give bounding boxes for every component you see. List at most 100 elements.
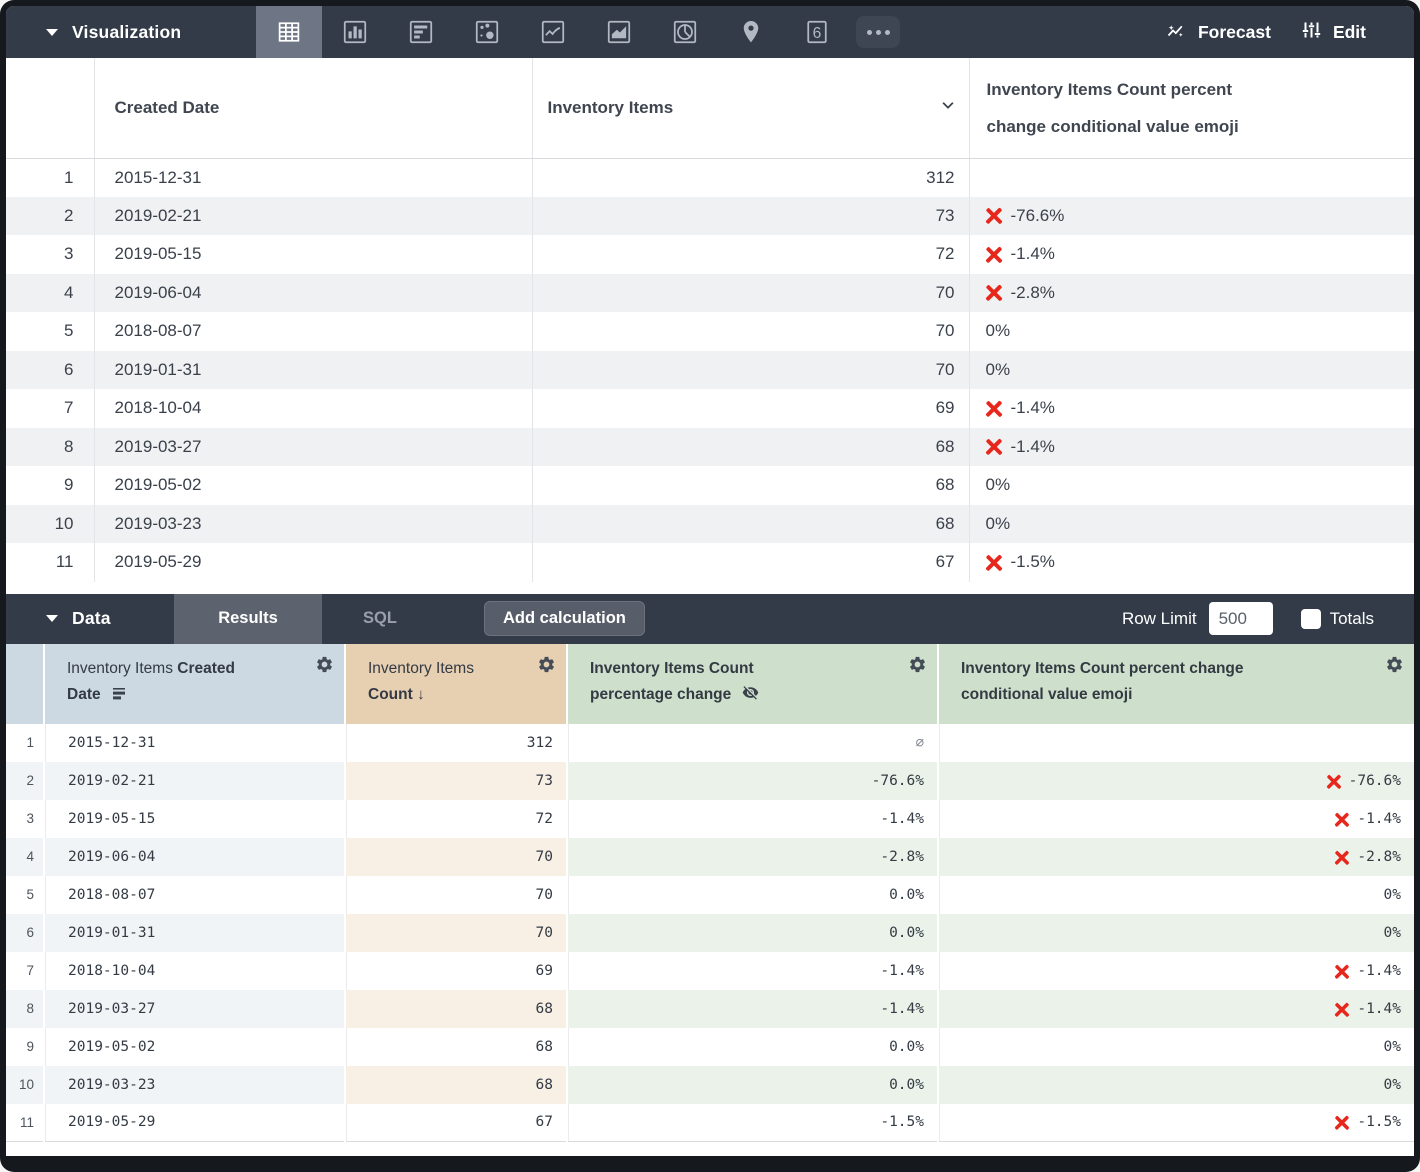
- data-section-toggle[interactable]: Data: [6, 594, 174, 644]
- inventory-items-count-cell[interactable]: 68: [532, 428, 969, 467]
- percent-change-emoji-cell[interactable]: -1.4%: [938, 990, 1414, 1028]
- percent-change-emoji-cell[interactable]: -2.8%: [969, 274, 1414, 313]
- inventory-items-count-cell[interactable]: 68: [532, 466, 969, 505]
- percentage-change-cell[interactable]: -2.8%: [567, 838, 938, 876]
- percentage-change-cell[interactable]: 0.0%: [567, 1066, 938, 1104]
- gear-icon[interactable]: [908, 655, 927, 677]
- percent-change-emoji-cell[interactable]: -76.6%: [969, 197, 1414, 236]
- percent-change-emoji-cell[interactable]: -1.4%: [969, 389, 1414, 428]
- count-cell[interactable]: 68: [345, 990, 567, 1028]
- percent-change-emoji-cell[interactable]: [938, 724, 1414, 762]
- count-cell[interactable]: 312: [345, 724, 567, 762]
- tab-sql[interactable]: SQL: [322, 594, 438, 644]
- inventory-items-column-header[interactable]: Inventory Items: [532, 58, 969, 158]
- percentage-change-cell[interactable]: 0.0%: [567, 914, 938, 952]
- created-date-cell[interactable]: 2019-05-02: [94, 466, 532, 505]
- vis-type-scatter-button[interactable]: [454, 6, 520, 58]
- created-date-cell[interactable]: 2018-10-04: [94, 389, 532, 428]
- percentage-change-cell[interactable]: -1.4%: [567, 800, 938, 838]
- percent-change-emoji-cell[interactable]: 0%: [969, 505, 1414, 544]
- count-cell[interactable]: 70: [345, 914, 567, 952]
- inventory-items-count-cell[interactable]: 312: [532, 158, 969, 197]
- edit-button[interactable]: Edit: [1285, 6, 1380, 58]
- gear-icon[interactable]: [315, 655, 334, 677]
- percent-change-emoji-cell[interactable]: 0%: [969, 466, 1414, 505]
- created-date-cell[interactable]: 2019-06-04: [44, 838, 345, 876]
- created-date-cell[interactable]: 2019-05-15: [44, 800, 345, 838]
- percent-change-emoji-cell[interactable]: -1.4%: [969, 235, 1414, 274]
- count-cell[interactable]: 72: [345, 800, 567, 838]
- vis-type-table-button[interactable]: [256, 6, 322, 58]
- created-date-cell[interactable]: 2019-01-31: [44, 914, 345, 952]
- percentage-change-cell[interactable]: -1.4%: [567, 952, 938, 990]
- percent-change-emoji-cell[interactable]: -1.4%: [938, 952, 1414, 990]
- gear-icon[interactable]: [537, 655, 556, 677]
- count-cell[interactable]: 70: [345, 876, 567, 914]
- percent-change-emoji-cell[interactable]: -1.4%: [969, 428, 1414, 467]
- percentage-change-cell[interactable]: 0.0%: [567, 876, 938, 914]
- created-date-cell[interactable]: 2019-02-21: [94, 197, 532, 236]
- count-cell[interactable]: 73: [345, 762, 567, 800]
- percent-change-emoji-cell[interactable]: -1.4%: [938, 800, 1414, 838]
- percent-change-emoji-cell[interactable]: 0%: [938, 876, 1414, 914]
- percentage-change-cell[interactable]: -1.5%: [567, 1104, 938, 1142]
- count-cell[interactable]: 68: [345, 1066, 567, 1104]
- percentage-change-cell[interactable]: 0.0%: [567, 1028, 938, 1066]
- created-date-cell[interactable]: 2018-08-07: [44, 876, 345, 914]
- forecast-button[interactable]: Forecast: [1150, 6, 1285, 58]
- inventory-items-count-cell[interactable]: 70: [532, 351, 969, 390]
- percentage-change-cell[interactable]: -76.6%: [567, 762, 938, 800]
- vis-type-line-button[interactable]: [520, 6, 586, 58]
- created-date-cell[interactable]: 2019-05-15: [94, 235, 532, 274]
- inventory-items-count-cell[interactable]: 70: [532, 312, 969, 351]
- created-date-cell[interactable]: 2015-12-31: [44, 724, 345, 762]
- percentage-change-cell[interactable]: ∅: [567, 724, 938, 762]
- created-date-cell[interactable]: 2019-03-27: [94, 428, 532, 467]
- vis-type-map-button[interactable]: [718, 6, 784, 58]
- percent-change-emoji-cell[interactable]: 0%: [969, 351, 1414, 390]
- percent-change-emoji-cell[interactable]: -2.8%: [938, 838, 1414, 876]
- visualization-section-toggle[interactable]: Visualization: [6, 6, 256, 58]
- tab-results[interactable]: Results: [174, 594, 322, 644]
- vis-type-single-value-button[interactable]: 6: [784, 6, 850, 58]
- percent-change-emoji-cell[interactable]: [969, 158, 1414, 197]
- created-date-cell[interactable]: 2019-03-23: [94, 505, 532, 544]
- created-date-cell[interactable]: 2018-10-04: [44, 952, 345, 990]
- vis-type-bar-button[interactable]: [388, 6, 454, 58]
- count-cell[interactable]: 67: [345, 1104, 567, 1142]
- created-date-field-header[interactable]: Inventory Items Created Date: [44, 644, 345, 724]
- percent-change-emoji-cell[interactable]: -1.5%: [969, 543, 1414, 582]
- add-calculation-button[interactable]: Add calculation: [484, 601, 645, 636]
- inventory-items-count-cell[interactable]: 70: [532, 274, 969, 313]
- chevron-down-icon[interactable]: [939, 96, 957, 119]
- created-date-cell[interactable]: 2019-06-04: [94, 274, 532, 313]
- inventory-items-count-cell[interactable]: 73: [532, 197, 969, 236]
- created-date-cell[interactable]: 2019-02-21: [44, 762, 345, 800]
- count-field-header[interactable]: Inventory Items Count ↓: [345, 644, 567, 724]
- created-date-cell[interactable]: 2019-01-31: [94, 351, 532, 390]
- percentage-change-calc-header[interactable]: Inventory Items Count percentage change: [567, 644, 938, 724]
- created-date-cell[interactable]: 2019-03-27: [44, 990, 345, 1028]
- created-date-cell[interactable]: 2018-08-07: [94, 312, 532, 351]
- created-date-column-header[interactable]: Created Date: [94, 58, 532, 158]
- created-date-cell[interactable]: 2019-03-23: [44, 1066, 345, 1104]
- percent-change-emoji-cell[interactable]: 0%: [938, 914, 1414, 952]
- percentage-change-cell[interactable]: -1.4%: [567, 990, 938, 1028]
- vis-type-column-button[interactable]: [322, 6, 388, 58]
- percent-change-emoji-column-header[interactable]: Inventory Items Count percent change con…: [969, 58, 1414, 158]
- totals-checkbox[interactable]: [1301, 609, 1321, 629]
- more-vis-types-button[interactable]: [850, 6, 906, 58]
- count-cell[interactable]: 68: [345, 1028, 567, 1066]
- inventory-items-count-cell[interactable]: 68: [532, 505, 969, 544]
- inventory-items-count-cell[interactable]: 67: [532, 543, 969, 582]
- created-date-cell[interactable]: 2019-05-29: [94, 543, 532, 582]
- vis-type-pie-button[interactable]: [652, 6, 718, 58]
- count-cell[interactable]: 70: [345, 838, 567, 876]
- inventory-items-count-cell[interactable]: 72: [532, 235, 969, 274]
- percent-change-emoji-cell[interactable]: 0%: [938, 1028, 1414, 1066]
- percent-change-emoji-cell[interactable]: -76.6%: [938, 762, 1414, 800]
- created-date-cell[interactable]: 2015-12-31: [94, 158, 532, 197]
- gear-icon[interactable]: [1385, 655, 1404, 677]
- percent-change-emoji-cell[interactable]: 0%: [938, 1066, 1414, 1104]
- percent-change-emoji-cell[interactable]: -1.5%: [938, 1104, 1414, 1142]
